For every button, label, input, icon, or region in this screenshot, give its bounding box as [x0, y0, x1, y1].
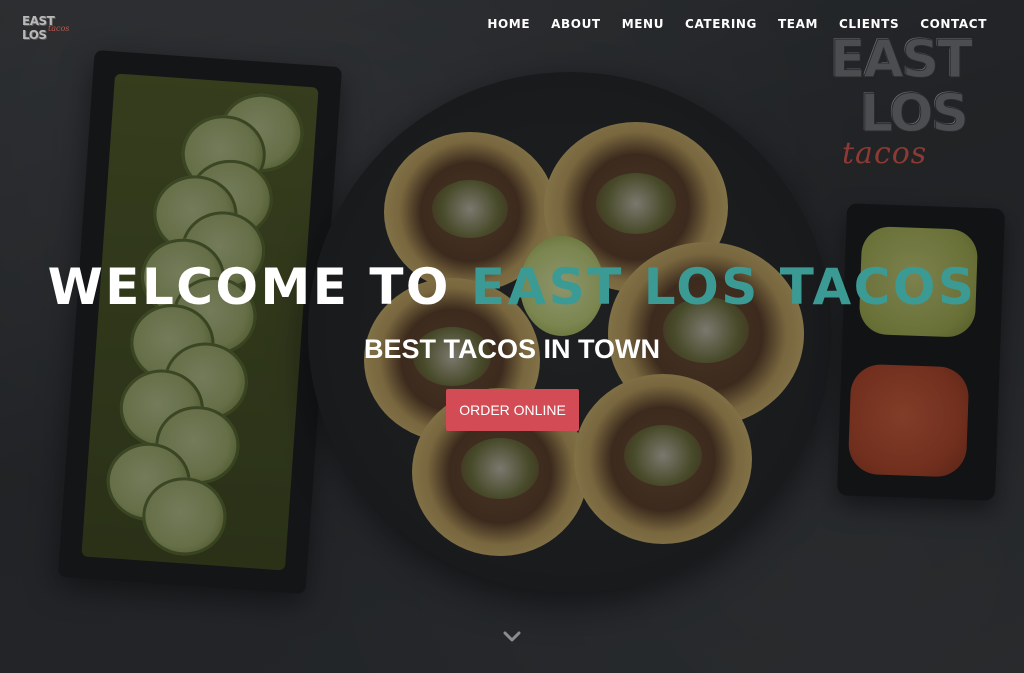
nav-link-clients[interactable]: CLIENTS [839, 17, 899, 31]
nav-item-catering: CATERING [685, 17, 757, 31]
nav-item-menu: MENU [622, 17, 664, 31]
chevron-down-icon[interactable] [502, 630, 522, 644]
logo-text-tacos: tacos [48, 24, 70, 33]
nav-link-contact[interactable]: CONTACT [920, 17, 987, 31]
nav-item-clients: CLIENTS [839, 17, 899, 31]
nav-item-contact: CONTACT [920, 17, 987, 31]
big-logo-los: LOS [860, 84, 970, 145]
hero-title-accent: EAST LOS TACOS [470, 258, 977, 316]
top-navbar: EAST LOS tacos HOME ABOUT MENU CATERING … [0, 0, 1024, 48]
nav-link-home[interactable]: HOME [487, 17, 530, 31]
brand-logo-link[interactable]: EAST LOS tacos [22, 14, 76, 42]
big-brand-logo: EAST LOS tacos [826, 30, 976, 174]
big-logo-tacos: tacos [842, 136, 928, 171]
nav-item-team: TEAM [778, 17, 818, 31]
hero-title: WELCOME TO EAST LOS TACOS [0, 258, 1024, 316]
nav-link-menu[interactable]: MENU [622, 17, 664, 31]
hero-title-prefix: WELCOME TO [47, 258, 471, 316]
nav-menu: HOME ABOUT MENU CATERING TEAM CLIENTS CO… [466, 17, 987, 31]
nav-item-about: ABOUT [551, 17, 601, 31]
hero-subtitle: BEST TACOS IN TOWN [364, 334, 660, 364]
nav-item-home: HOME [487, 17, 530, 31]
nav-link-catering[interactable]: CATERING [685, 17, 757, 31]
order-online-button[interactable]: ORDER ONLINE [446, 389, 579, 431]
nav-link-team[interactable]: TEAM [778, 17, 818, 31]
hero-section: EAST LOS tacos EAST LOS tacos HOME ABOUT… [0, 0, 1024, 673]
nav-link-about[interactable]: ABOUT [551, 17, 601, 31]
